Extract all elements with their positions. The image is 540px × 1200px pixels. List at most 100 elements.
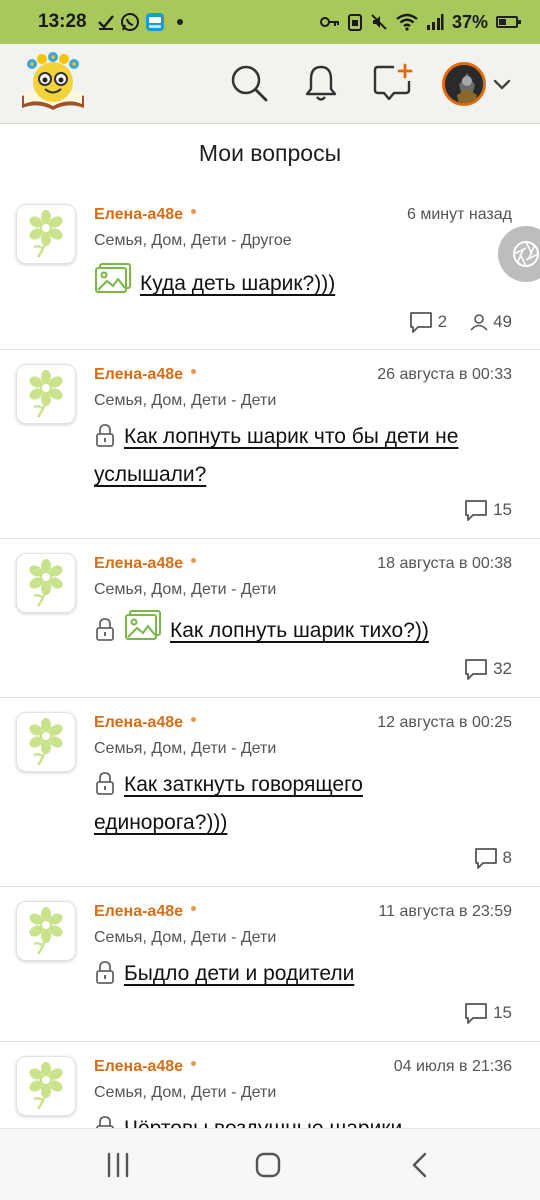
- search-icon: [231, 65, 268, 102]
- notifications-button[interactable]: [298, 60, 344, 106]
- download-done-icon: [97, 15, 114, 30]
- question-category: Семья, Дом, Дети - Дети: [94, 929, 277, 946]
- camera-shutter-icon: [513, 241, 539, 267]
- daisy-avatar-icon: [29, 907, 63, 955]
- question-title-link[interactable]: Куда деть шарик?))): [140, 272, 335, 295]
- alarm-lock-icon: [347, 14, 362, 31]
- add-question-icon: [373, 63, 413, 101]
- status-system-icons: 37%: [319, 11, 521, 33]
- answers-count-value: 15: [493, 1003, 512, 1022]
- question-time: 6 минут назад: [406, 206, 512, 223]
- question-category: Семья, Дом, Дети - Дети: [94, 740, 277, 757]
- question-category: Семья, Дом, Дети - Дети: [94, 581, 277, 598]
- answers-count[interactable]: 32: [463, 657, 512, 681]
- avatar[interactable]: [442, 62, 486, 106]
- status-bar: 13:28 37%: [0, 0, 540, 44]
- daisy-avatar-icon: [29, 559, 63, 607]
- author-link[interactable]: Елена-а48е: [94, 366, 197, 384]
- status-time: 13:28: [38, 11, 87, 32]
- home-button[interactable]: [248, 1149, 288, 1181]
- question-time: 11 августа в 23:59: [378, 903, 512, 920]
- author-avatar[interactable]: [16, 1056, 76, 1116]
- search-button[interactable]: [226, 60, 272, 106]
- author-link[interactable]: Елена-а48е: [94, 1058, 197, 1076]
- author-link[interactable]: Елена-а48е: [94, 903, 197, 921]
- author-name: Елена-а48е: [94, 1058, 184, 1075]
- author-avatar[interactable]: [16, 364, 76, 424]
- signal-icon: [426, 14, 444, 30]
- account-menu-toggle[interactable]: [490, 72, 514, 96]
- author-avatar[interactable]: [16, 553, 76, 613]
- question-title-link[interactable]: Как лопнуть шарик что бы дети не услышал…: [94, 425, 458, 486]
- system-navigation-bar: [0, 1128, 540, 1200]
- question-title-row: Быдло дети и родители: [94, 957, 500, 995]
- answers-count-value: 15: [493, 500, 512, 519]
- question-title-row: Чёртовы воздушные шарики: [94, 1112, 500, 1128]
- key-icon: [319, 17, 339, 27]
- comment-icon: [465, 1003, 487, 1024]
- lock-icon: [94, 1115, 116, 1128]
- question-title-link[interactable]: Как заткнуть говорящего единорога?))): [94, 773, 363, 834]
- ask-question-button[interactable]: [370, 60, 416, 106]
- question-item[interactable]: Елена-а48е 18 августа в 00:38 Семья, Дом…: [0, 539, 540, 698]
- daisy-avatar-icon: [29, 210, 63, 258]
- question-item[interactable]: Елена-а48е 11 августа в 23:59 Семья, Дом…: [0, 887, 540, 1042]
- answers-count[interactable]: 15: [463, 498, 512, 522]
- author-name: Елена-а48е: [94, 366, 184, 383]
- question-item[interactable]: Елена-а48е 6 минут назад Семья, Дом, Дет…: [0, 190, 540, 350]
- back-icon: [412, 1152, 427, 1178]
- author-avatar[interactable]: [16, 901, 76, 961]
- image-attachment-icon: [94, 262, 132, 305]
- question-time: 18 августа в 00:38: [377, 555, 512, 572]
- user-icon: [470, 314, 488, 331]
- author-name: Елена-а48е: [94, 903, 184, 920]
- recent-apps-button[interactable]: [98, 1149, 138, 1181]
- question-time: 04 июля в 21:36: [393, 1058, 512, 1075]
- question-item[interactable]: Елена-а48е 26 августа в 00:33 Семья, Дом…: [0, 350, 540, 539]
- image-attachment-icon: [124, 609, 162, 652]
- battery-percentage: 37%: [451, 11, 488, 32]
- author-name: Елена-а48е: [94, 714, 184, 731]
- question-time: 12 августа в 00:25: [377, 714, 512, 731]
- lock-icon: [94, 617, 116, 652]
- author-link[interactable]: Елена-а48е: [94, 714, 197, 732]
- author-avatar[interactable]: [16, 712, 76, 772]
- comment-icon: [474, 848, 497, 869]
- answers-count[interactable]: 15: [463, 1001, 512, 1025]
- page-title: Мои вопросы: [198, 140, 342, 166]
- lock-icon: [94, 771, 116, 806]
- daisy-avatar-icon: [29, 1062, 63, 1110]
- author-avatar[interactable]: [16, 204, 76, 264]
- question-title-link[interactable]: Чёртовы воздушные шарики: [124, 1117, 402, 1128]
- answers-count-value: 32: [493, 659, 512, 678]
- lock-icon: [94, 960, 116, 995]
- answers-count[interactable]: 2: [408, 310, 447, 334]
- views-count: 49: [469, 312, 512, 332]
- daisy-avatar-icon: [29, 370, 63, 418]
- question-stats: 2 49: [408, 310, 512, 334]
- question-item[interactable]: Елена-а48е 12 августа в 00:25 Семья, Дом…: [0, 698, 540, 887]
- lock-icon: [94, 423, 116, 458]
- app-header: [0, 44, 540, 124]
- author-link[interactable]: Елена-а48е: [94, 206, 197, 224]
- wifi-icon: [396, 13, 418, 31]
- answers-count-value: 2: [437, 312, 448, 331]
- post-app-icon: [145, 13, 164, 31]
- question-item[interactable]: Елена-а48е 04 июля в 21:36 Семья, Дом, Д…: [0, 1042, 540, 1128]
- daisy-avatar-icon: [29, 718, 63, 766]
- comment-icon: [465, 659, 487, 680]
- question-title-link[interactable]: Быдло дети и родители: [124, 962, 354, 985]
- more-notifications-icon: [176, 19, 183, 25]
- bell-icon: [305, 65, 337, 101]
- question-title-row: Как лопнуть шарик тихо?)): [94, 609, 500, 652]
- smiling-book-logo-icon[interactable]: [18, 52, 88, 114]
- mute-icon: [371, 14, 387, 30]
- question-title-link[interactable]: Как лопнуть шарик тихо?)): [170, 619, 429, 642]
- author-name: Елена-а48е: [94, 206, 184, 223]
- online-status-dot: [191, 1060, 197, 1066]
- online-status-dot: [191, 208, 197, 214]
- author-link[interactable]: Елена-а48е: [94, 555, 197, 573]
- back-button[interactable]: [400, 1149, 440, 1181]
- answers-count[interactable]: 8: [473, 846, 512, 870]
- online-status-dot: [191, 905, 197, 911]
